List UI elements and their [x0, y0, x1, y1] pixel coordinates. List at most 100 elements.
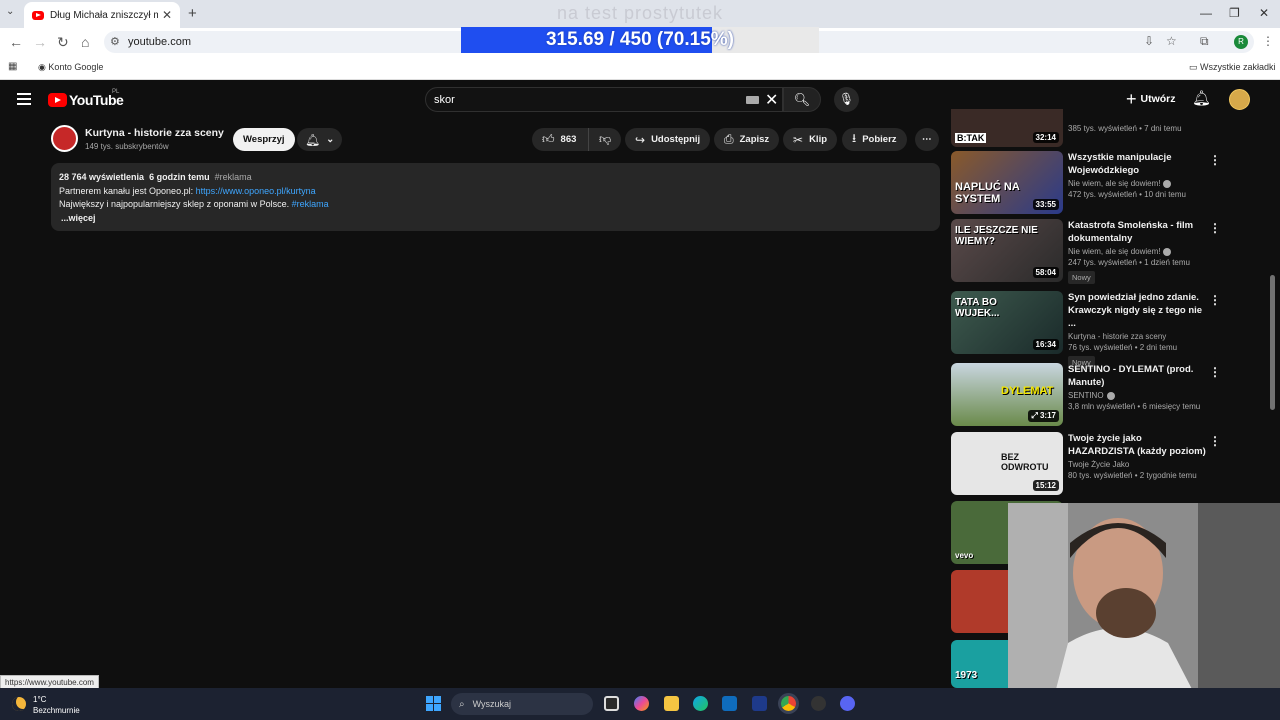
- video-title[interactable]: Twoje życie jako HAZARDZISTA (każdy pozi…: [1068, 432, 1208, 458]
- taskbar-search[interactable]: ⌕ Wyszukaj: [451, 693, 593, 715]
- reload-icon[interactable]: ↻: [57, 34, 69, 51]
- download-button[interactable]: ⭳ Pobierz: [842, 128, 907, 151]
- like-button[interactable]: 👍︎ 863: [532, 128, 589, 151]
- description-header: 28 764 wyświetlenia 6 godzin temu #rekla…: [59, 171, 932, 185]
- keyboard-icon[interactable]: [746, 96, 759, 104]
- task-view-icon[interactable]: [604, 696, 619, 711]
- voice-search-button[interactable]: 🎙︎: [834, 87, 859, 112]
- save-bookmark-icon: ⎙: [724, 132, 734, 146]
- video-title[interactable]: Katastrofa Smoleńska - film dokumentalny: [1068, 219, 1208, 245]
- create-button[interactable]: + Utwórz: [1116, 87, 1186, 111]
- menu-icon[interactable]: [17, 93, 31, 108]
- video-menu-icon[interactable]: ⋮: [1209, 153, 1221, 167]
- weather-widget[interactable]: 1°C Bezchmurnie: [33, 694, 80, 716]
- moon-weather-icon[interactable]: [12, 697, 26, 711]
- video-views: 247 tys. wyświetleń: [1068, 258, 1137, 267]
- video-title[interactable]: Wszystkie manipulacje Wojewódzkiego: [1068, 151, 1208, 177]
- thumbs-up-icon: 👍︎: [542, 132, 555, 146]
- search-input[interactable]: skor ✕: [425, 87, 783, 112]
- support-button[interactable]: Wesprzyj: [233, 128, 295, 151]
- address-url: youtube.com: [128, 36, 191, 48]
- channel-avatar[interactable]: [51, 125, 78, 152]
- video-menu-icon[interactable]: ⋮: [1209, 293, 1221, 307]
- account-avatar[interactable]: [1229, 89, 1250, 110]
- profile-avatar[interactable]: R: [1234, 35, 1248, 49]
- install-app-icon[interactable]: ⇩: [1144, 34, 1154, 48]
- video-thumbnail[interactable]: B:TAK 32:14: [951, 109, 1063, 147]
- file-explorer-icon[interactable]: [664, 696, 679, 711]
- video-menu-icon[interactable]: ⋮: [1209, 365, 1221, 379]
- all-bookmarks-button[interactable]: ▭ Wszystkie zakładki: [1189, 62, 1276, 73]
- search-icon: ⌕: [459, 698, 465, 710]
- subscribed-notifications-button[interactable]: 🔔︎ ⌄: [297, 128, 343, 151]
- duration-label: 3:17: [1039, 411, 1056, 420]
- video-description[interactable]: 28 764 wyświetlenia 6 godzin temu #rekla…: [51, 163, 940, 231]
- obs-icon[interactable]: [811, 696, 826, 711]
- bookmark-konto-google[interactable]: ◉ Konto Google: [38, 62, 103, 73]
- clear-search-icon[interactable]: ✕: [765, 90, 778, 110]
- page-scrollbar[interactable]: [1270, 275, 1275, 410]
- recommendation-item[interactable]: NAPLUĆ NA SYSTEM 33:55 Wszystkie manipul…: [951, 151, 1251, 217]
- video-age: 6 miesięcy temu: [1142, 402, 1201, 411]
- thumbs-down-icon: 👎︎: [599, 132, 612, 146]
- discord-icon[interactable]: [840, 696, 855, 711]
- forward-icon[interactable]: →: [33, 34, 47, 50]
- weather-desc: Bezchmurnie: [33, 706, 80, 715]
- video-channel: Twoje Życie Jako: [1068, 460, 1130, 469]
- clip-button[interactable]: ✂ Klip: [783, 128, 838, 151]
- share-label: Udostępnij: [651, 134, 701, 145]
- bookmark-star-icon[interactable]: ☆: [1166, 34, 1177, 48]
- back-icon[interactable]: ←: [9, 34, 23, 50]
- extensions-icon[interactable]: ⧉: [1200, 34, 1209, 49]
- browser-menu-icon[interactable]: ⋮: [1262, 34, 1274, 48]
- search-button[interactable]: 🔍︎: [783, 87, 821, 112]
- sponsor-link[interactable]: https://www.oponeo.pl/kurtyna: [196, 186, 316, 196]
- notifications-bell-icon[interactable]: 🔔︎: [1192, 89, 1211, 107]
- video-thumbnail[interactable]: BEZ ODWROTU 15:12: [951, 432, 1063, 495]
- windows-start-icon[interactable]: [426, 696, 441, 711]
- recommendation-item[interactable]: BEZ ODWROTU 15:12 Twoje życie jako HAZAR…: [951, 432, 1251, 498]
- show-more-button[interactable]: ...więcej: [59, 212, 932, 226]
- video-menu-icon[interactable]: ⋮: [1209, 221, 1221, 235]
- home-icon[interactable]: ⌂: [81, 34, 89, 50]
- header-hashtag[interactable]: #reklama: [215, 172, 252, 182]
- recommendation-item[interactable]: ILE JESZCZE NIE WIEMY? 58:04 Katastrofa …: [951, 219, 1251, 285]
- apps-grid-icon[interactable]: ▦: [8, 61, 17, 72]
- sponsor-text: Partnerem kanału jest Oponeo.pl:: [59, 185, 194, 196]
- outlook-icon[interactable]: [722, 696, 737, 711]
- video-meta: 385 tys. wyświetleń • 7 dni temu: [1068, 122, 1208, 133]
- edge-icon[interactable]: [693, 696, 708, 711]
- save-button[interactable]: ⎙ Zapisz: [714, 128, 780, 151]
- all-bookmarks-label: Wszystkie zakładki: [1200, 62, 1276, 72]
- more-actions-button[interactable]: ⋯: [915, 128, 939, 151]
- video-thumbnail[interactable]: DYLEMAT ⤢ 3:17: [951, 363, 1063, 426]
- copilot-icon[interactable]: [634, 696, 649, 711]
- video-thumbnail[interactable]: NAPLUĆ NA SYSTEM 33:55: [951, 151, 1063, 214]
- recommendation-item[interactable]: B:TAK 32:14 385 tys. wyświetleń • 7 dni …: [951, 109, 1251, 147]
- channel-name[interactable]: Kurtyna - historie zza sceny: [85, 127, 224, 139]
- video-title[interactable]: SENTINO - DYLEMAT (prod. Manute): [1068, 363, 1208, 389]
- store-icon[interactable]: [752, 696, 767, 711]
- channel-label: SENTINO: [1068, 391, 1104, 400]
- plus-icon: +: [1126, 88, 1137, 109]
- video-thumbnail[interactable]: TATA BO WUJEK... 16:34: [951, 291, 1063, 354]
- share-button[interactable]: ↪ Udostępnij: [625, 128, 711, 151]
- goal-progress-label: 315.69 / 450 (70.15%): [545, 29, 735, 50]
- video-title[interactable]: Syn powiedział jedno zdanie. Krawczyk ni…: [1068, 291, 1208, 330]
- goal-progress-bar: 315.69 / 450 (70.15%): [461, 27, 819, 53]
- video-menu-icon[interactable]: ⋮: [1209, 434, 1221, 448]
- video-views-age: 472 tys. wyświetleń • 10 dni temu: [1068, 190, 1186, 199]
- video-views-age: 3,8 mln wyświetleń • 6 miesięcy temu: [1068, 402, 1201, 411]
- thumbnail-text: ILE JESZCZE NIE WIEMY?: [955, 225, 1038, 247]
- dislike-button[interactable]: 👎︎: [588, 128, 622, 151]
- video-thumbnail[interactable]: ILE JESZCZE NIE WIEMY? 58:04: [951, 219, 1063, 282]
- recommendation-item[interactable]: DYLEMAT ⤢ 3:17 SENTINO - DYLEMAT (prod. …: [951, 363, 1251, 429]
- recommendation-item[interactable]: TATA BO WUJEK... 16:34 Syn powiedział je…: [951, 291, 1251, 369]
- site-info-icon[interactable]: ⚙: [110, 35, 120, 48]
- video-age: 2 tygodnie temu: [1139, 471, 1197, 480]
- new-badge: Nowy: [1068, 271, 1095, 284]
- description-hashtag[interactable]: #reklama: [292, 199, 329, 209]
- video-views: 76 tys. wyświetleń: [1068, 343, 1133, 352]
- chrome-icon[interactable]: [781, 696, 796, 711]
- youtube-logo[interactable]: YouTube PL: [48, 89, 124, 108]
